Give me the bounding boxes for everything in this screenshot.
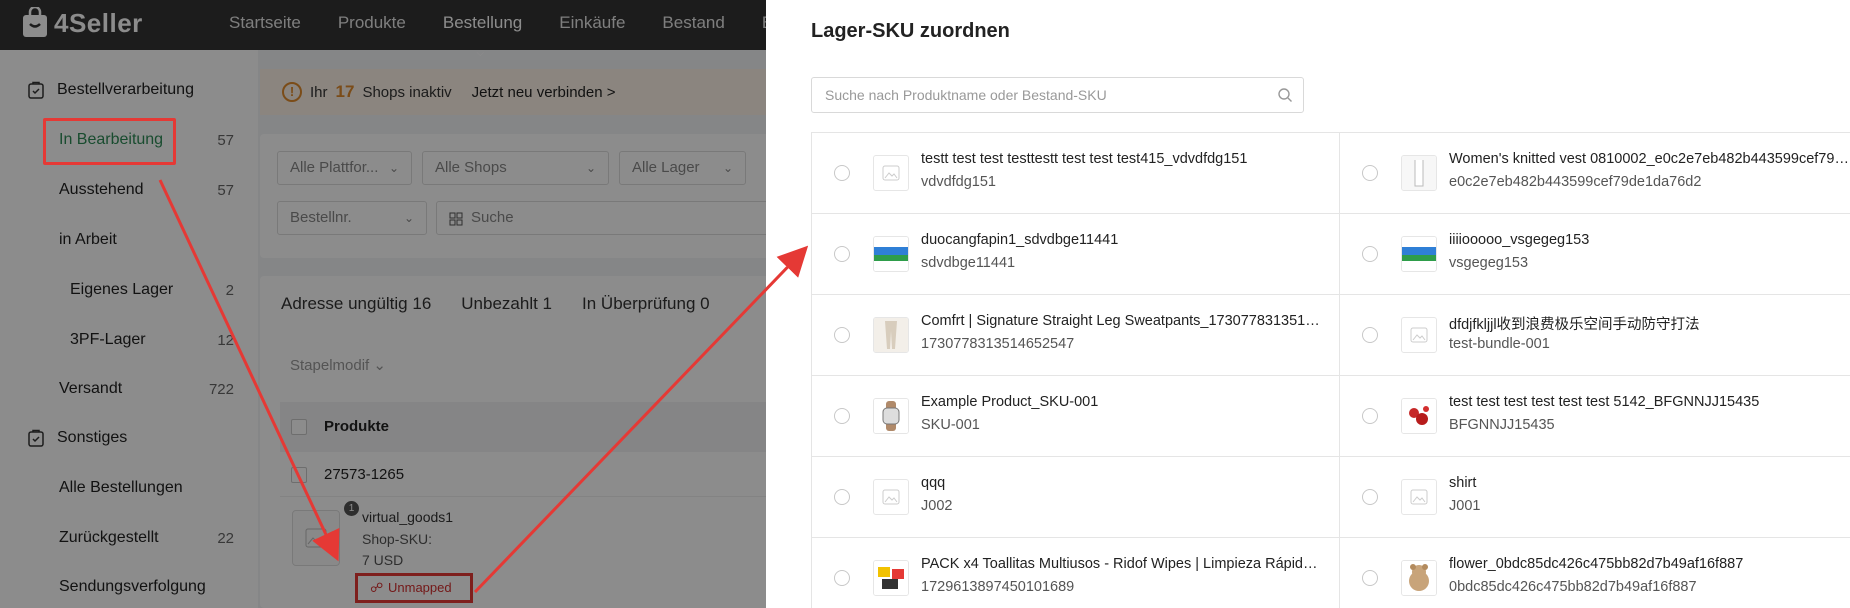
sku-product-name: shirt <box>1449 475 1477 491</box>
sku-radio-button[interactable] <box>1362 327 1378 343</box>
product-thumbnail <box>1401 398 1437 434</box>
sku-product-name: dfdjfkljjl收到浪费极乐空间手动防守打法 <box>1449 317 1700 333</box>
sku-code: vsgegeg153 <box>1449 255 1529 271</box>
sku-option-item[interactable]: dfdjfkljjl收到浪费极乐空间手动防守打法 test-bundle-001 <box>1340 295 1850 376</box>
sku-radio-button[interactable] <box>1362 408 1378 424</box>
product-thumbnail <box>1401 560 1437 596</box>
drawer-title: Lager-SKU zuordnen <box>811 20 1010 42</box>
sku-product-name: test test test test test test 5142_BFGNN… <box>1449 394 1760 410</box>
sku-code: sdvdbge11441 <box>921 255 1016 271</box>
annotation-highlight-box <box>43 118 176 165</box>
sku-radio-button[interactable] <box>1362 489 1378 505</box>
map-warehouse-sku-drawer: Lager-SKU zuordnen testt test test testt… <box>766 0 1850 608</box>
sku-code: J002 <box>921 498 953 514</box>
sku-option-item[interactable]: flower_0bdc85dc426c475bb82d7b49af16f887 0… <box>1340 538 1850 608</box>
image-placeholder-icon <box>873 155 909 191</box>
sku-option-item[interactable]: Women's knitted vest 0810002_e0c2e7eb482… <box>1340 133 1850 214</box>
sku-radio-button[interactable] <box>834 408 850 424</box>
product-thumbnail <box>873 560 909 596</box>
product-thumbnail <box>1401 236 1437 272</box>
sku-radio-button[interactable] <box>834 327 850 343</box>
sku-code: SKU-001 <box>921 417 980 433</box>
sku-radio-button[interactable] <box>1362 246 1378 262</box>
sku-product-name: testt test test testtestt test test test… <box>921 151 1248 167</box>
sku-radio-button[interactable] <box>834 489 850 505</box>
sku-option-item[interactable]: shirt J001 <box>1340 457 1850 538</box>
product-thumbnail <box>1401 155 1437 191</box>
sku-product-name: duocangfapin1_sdvdbge11441 <box>921 232 1119 248</box>
sku-option-item[interactable]: Comfrt | Signature Straight Leg Sweatpan… <box>812 295 1340 376</box>
product-search-input[interactable] <box>825 78 1265 112</box>
product-grid: testt test test testtestt test test test… <box>811 132 1850 608</box>
image-placeholder-icon <box>1401 479 1437 515</box>
product-thumbnail <box>873 236 909 272</box>
sku-radio-button[interactable] <box>834 570 850 586</box>
sku-product-name: flower_0bdc85dc426c475bb82d7b49af16f887 <box>1449 556 1744 572</box>
sku-product-name: Example Product_SKU-001 <box>921 394 1099 410</box>
product-thumbnail <box>873 317 909 353</box>
sku-radio-button[interactable] <box>1362 165 1378 181</box>
image-placeholder-icon <box>1401 317 1437 353</box>
search-icon[interactable] <box>1277 87 1293 103</box>
sku-option-item[interactable]: test test test test test test 5142_BFGNN… <box>1340 376 1850 457</box>
sku-product-name: iiiiooooo_vsgegeg153 <box>1449 232 1590 248</box>
sku-product-name: Women's knitted vest 0810002_e0c2e7eb482… <box>1449 151 1849 167</box>
sku-radio-button[interactable] <box>834 246 850 262</box>
sku-code: J001 <box>1449 498 1481 514</box>
modal-backdrop[interactable] <box>0 0 766 608</box>
sku-code: test-bundle-001 <box>1449 336 1550 352</box>
image-placeholder-icon <box>873 479 909 515</box>
sku-product-name: qqq <box>921 475 946 491</box>
sku-option-item[interactable]: qqq J002 <box>812 457 1340 538</box>
product-search-field <box>811 77 1304 113</box>
product-thumbnail <box>873 398 909 434</box>
sku-radio-button[interactable] <box>834 165 850 181</box>
sku-radio-button[interactable] <box>1362 570 1378 586</box>
sku-product-name: PACK x4 Toallitas Multiusos - Ridof Wipe… <box>921 556 1321 572</box>
sku-code: BFGNNJJ15435 <box>1449 417 1555 433</box>
sku-option-item[interactable]: Example Product_SKU-001 SKU-001 <box>812 376 1340 457</box>
sku-code: 1729613897450101689 <box>921 579 1075 595</box>
sku-code: 0bdc85dc426c475bb82d7b49af16f887 <box>1449 579 1697 595</box>
sku-option-item[interactable]: testt test test testtestt test test test… <box>812 133 1340 214</box>
sku-product-name: Comfrt | Signature Straight Leg Sweatpan… <box>921 313 1321 329</box>
sku-option-item[interactable]: duocangfapin1_sdvdbge11441 sdvdbge11441 <box>812 214 1340 295</box>
sku-code: 1730778313514652547 <box>921 336 1075 352</box>
sku-option-item[interactable]: iiiiooooo_vsgegeg153 vsgegeg153 <box>1340 214 1850 295</box>
sku-code: e0c2e7eb482b443599cef79de1da76d2 <box>1449 174 1702 190</box>
sku-option-item[interactable]: PACK x4 Toallitas Multiusos - Ridof Wipe… <box>812 538 1340 608</box>
sku-code: vdvdfdg151 <box>921 174 996 190</box>
